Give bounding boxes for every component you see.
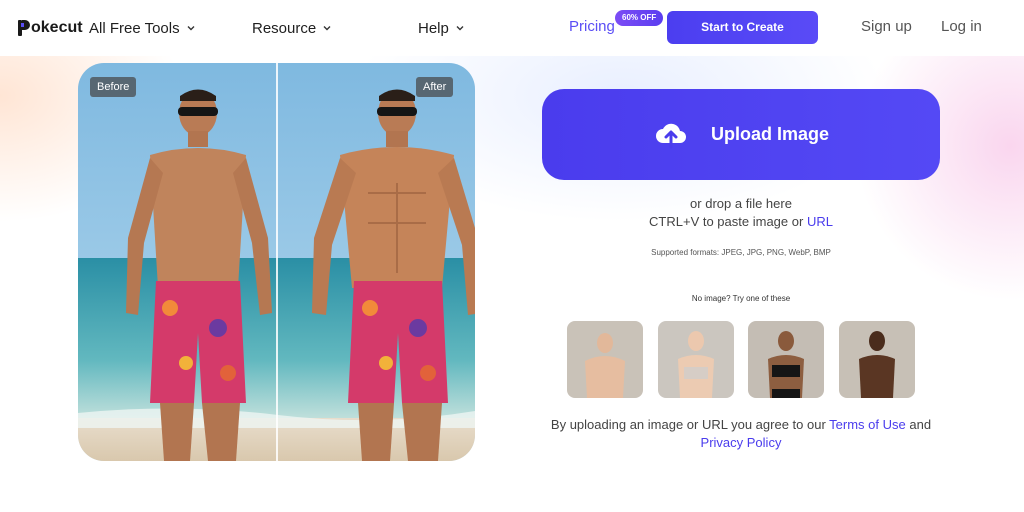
- terms-agreement: By uploading an image or URL you agree t…: [542, 416, 940, 452]
- drop-file-text: or drop a file here: [690, 196, 792, 211]
- supported-formats-text: Supported formats: JPEG, JPG, PNG, WebP,…: [651, 248, 831, 257]
- try-samples-text: No image? Try one of these: [691, 294, 791, 303]
- nav-all-free-tools[interactable]: All Free Tools: [89, 18, 196, 38]
- start-to-create-button[interactable]: Start to Create: [667, 11, 818, 44]
- sample-image-2[interactable]: [658, 321, 734, 398]
- cloud-upload-icon: [655, 123, 686, 148]
- paste-text: CTRL+V to paste image or: [649, 214, 804, 229]
- before-after-comparison[interactable]: Before After: [78, 63, 475, 461]
- before-label: Before: [90, 77, 137, 97]
- after-label: After: [416, 77, 454, 97]
- nav-help[interactable]: Help: [418, 18, 465, 38]
- terms-of-use-link[interactable]: Terms of Use: [829, 417, 906, 432]
- sign-up-link[interactable]: Sign up: [861, 18, 912, 35]
- nav-label: All Free Tools: [89, 19, 180, 37]
- chevron-down-icon: [323, 26, 331, 31]
- sample-image-4[interactable]: [839, 321, 915, 398]
- sample-image-3[interactable]: [748, 321, 824, 398]
- top-navbar: okecut All Free Tools Resource Help Pric…: [0, 0, 1024, 56]
- discount-badge: 60% OFF: [615, 10, 664, 26]
- privacy-policy-link[interactable]: Privacy Policy: [701, 435, 782, 450]
- agreement-and: and: [909, 417, 932, 432]
- logo-text: okecut: [31, 19, 83, 36]
- chevron-down-icon: [456, 26, 464, 31]
- nav-label: Help: [418, 19, 449, 37]
- agreement-prefix: By uploading an image or URL you agree t…: [550, 417, 826, 432]
- url-link[interactable]: URL: [807, 214, 833, 229]
- nav-label: Resource: [252, 19, 317, 37]
- sample-image-1[interactable]: [567, 321, 643, 398]
- paste-instructions: CTRL+V to paste image or URL: [542, 214, 940, 229]
- logo-mark-icon: [18, 20, 30, 36]
- pokecut-logo[interactable]: okecut: [18, 18, 83, 38]
- comparison-image: [78, 63, 475, 461]
- chevron-down-icon: [187, 26, 195, 31]
- log-in-link[interactable]: Log in: [941, 18, 982, 35]
- sample-images: [567, 321, 917, 398]
- pricing-link[interactable]: Pricing: [569, 18, 615, 35]
- nav-resource[interactable]: Resource: [252, 18, 332, 38]
- upload-image-button[interactable]: Upload Image: [542, 89, 940, 180]
- upload-button-label: Upload Image: [710, 124, 830, 144]
- comparison-divider: [276, 63, 278, 461]
